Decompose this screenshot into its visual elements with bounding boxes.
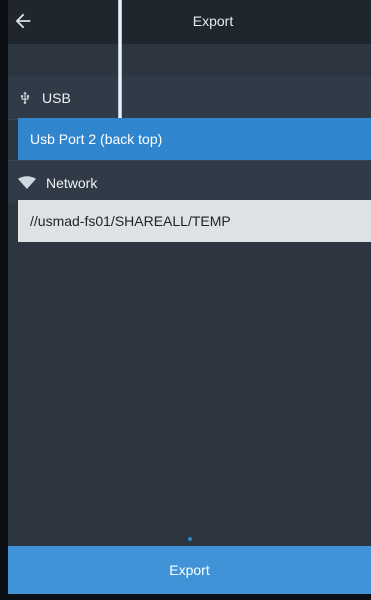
network-path-row[interactable]: //usmad-fs01/SHAREALL/TEMP [18, 200, 371, 242]
network-section-header: Network [8, 160, 371, 204]
export-button[interactable]: Export [8, 546, 371, 594]
page-title: Export [192, 13, 234, 29]
bottom-edge [8, 594, 371, 600]
usb-device-row[interactable]: Usb Port 2 (back top) [18, 118, 371, 160]
arrow-left-icon [12, 10, 34, 32]
network-path-label: //usmad-fs01/SHAREALL/TEMP [30, 213, 231, 229]
usb-device-label: Usb Port 2 (back top) [30, 131, 163, 147]
top-bar: Export [8, 0, 371, 44]
usb-icon [18, 90, 32, 106]
usb-section-label: USB [42, 89, 71, 106]
network-section-label: Network [46, 174, 98, 191]
vertical-divider [118, 0, 122, 118]
back-button[interactable] [8, 6, 38, 36]
export-screen: Export USB Usb Port 2 (back top) Network… [8, 0, 371, 600]
toolbar-spacer [8, 44, 371, 74]
page-indicator-dot [188, 537, 192, 541]
content-empty-area [8, 244, 371, 544]
usb-section-header: USB [8, 76, 371, 120]
wifi-icon [18, 175, 36, 190]
